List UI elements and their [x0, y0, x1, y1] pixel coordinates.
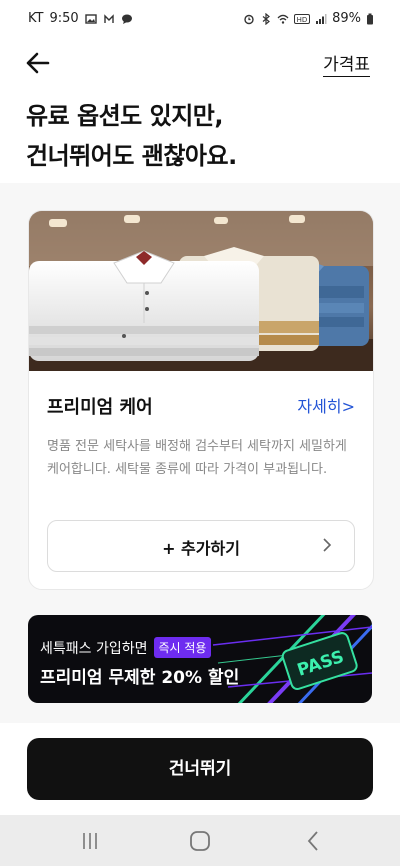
- battery-icon: [367, 13, 373, 24]
- detail-link[interactable]: 자세히>: [297, 393, 355, 417]
- banner-line-1: 세특패스 가입하면 즉시 적용: [40, 637, 212, 658]
- system-nav-bar: [0, 815, 400, 866]
- svg-text:HD: HD: [297, 16, 308, 24]
- wifi-icon: [277, 14, 289, 24]
- chevron-right-icon: [323, 538, 332, 552]
- back-nav-icon[interactable]: [302, 829, 326, 853]
- back-arrow-icon[interactable]: [24, 50, 52, 76]
- add-button-label: + 추가하기: [162, 539, 240, 558]
- folded-shirts-image: [29, 211, 373, 371]
- bottom-action-area: 건너뛰기: [0, 723, 400, 815]
- clock: 9:50: [49, 11, 79, 26]
- banner-line-1-text: 세특패스 가입하면: [40, 640, 148, 657]
- carrier: KT: [28, 11, 44, 26]
- hero-section: 유료 옵션도 있지만, 건너뛰어도 괜찮아요.: [0, 88, 400, 183]
- alarm-icon: [244, 14, 254, 24]
- home-icon[interactable]: [188, 829, 212, 853]
- skip-button[interactable]: 건너뛰기: [27, 738, 373, 800]
- talk-icon: [121, 14, 132, 24]
- card-description: 명품 전문 세탁사를 배정해 검수부터 세탁까지 세밀하게 케어합니다. 세탁물…: [47, 439, 347, 477]
- hd-icon: HD: [294, 13, 311, 24]
- pass-promo-banner[interactable]: PASS 세특패스 가입하면 즉시 적용 프리미엄 무제한 20% 할인: [28, 615, 372, 703]
- instant-apply-badge: 즉시 적용: [153, 637, 212, 658]
- premium-care-card: 프리미엄 케어 자세히> 명품 전문 세탁사를 배정해 검수부터 세탁까지 세밀…: [28, 210, 374, 590]
- header: 가격표: [0, 38, 400, 88]
- card-title: 프리미엄 케어: [47, 397, 153, 418]
- banner-background: PASS: [212, 615, 372, 703]
- gallery-icon: [84, 13, 97, 24]
- pass-card-icon: PASS: [281, 632, 358, 691]
- banner-line-2: 프리미엄 무제한 20% 할인: [40, 668, 240, 688]
- bluetooth-icon: [262, 12, 271, 25]
- page-title: 유료 옵션도 있지만, 건너뛰어도 괜찮아요.: [26, 102, 237, 170]
- add-option-button[interactable]: + 추가하기: [47, 520, 355, 572]
- status-bar: KT 9:50 HD 89%: [0, 0, 400, 38]
- recent-apps-icon[interactable]: [78, 829, 102, 853]
- signal-icon: [316, 13, 327, 24]
- price-list-link[interactable]: 가격표: [323, 50, 370, 77]
- notification-icon: [103, 13, 114, 23]
- battery-percent: 89%: [332, 11, 361, 26]
